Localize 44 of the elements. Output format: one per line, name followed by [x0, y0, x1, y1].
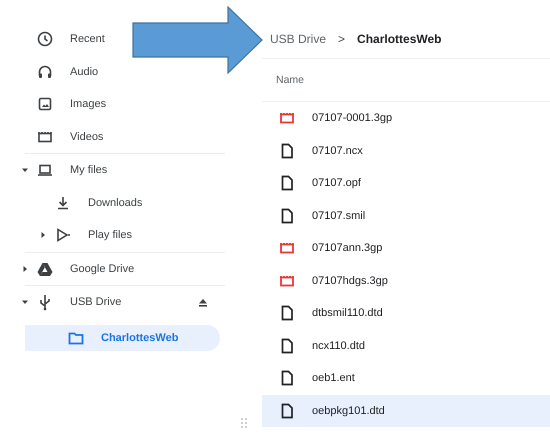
clock-icon: [36, 30, 54, 48]
sidebar-item[interactable]: My files: [0, 154, 108, 186]
file-row[interactable]: 07107.smil: [262, 200, 550, 232]
column-header[interactable]: Name: [276, 74, 304, 86]
file-name: 07107ann.3gp: [312, 242, 382, 254]
sidebar-item[interactable]: Images: [0, 88, 106, 120]
breadcrumb-link[interactable]: USB Drive: [270, 32, 326, 46]
sidebar-item[interactable]: Audio: [0, 56, 98, 88]
play-icon: [54, 226, 72, 244]
file-name: 07107.opf: [312, 177, 361, 190]
eject-icon[interactable]: [198, 298, 208, 307]
breadcrumb-separator: >: [338, 32, 346, 46]
file-row[interactable]: 07107ann.3gp: [262, 232, 550, 264]
sidebar-item[interactable]: Downloads: [0, 186, 142, 219]
file-row[interactable]: 07107-0001.3gp: [262, 102, 550, 134]
drag-handle-icon[interactable]: [240, 418, 246, 428]
file-name: 07107.ncx: [312, 144, 363, 157]
file-name: ncx110.dtd: [312, 340, 366, 352]
sidebar-item[interactable]: CharlottesWeb: [25, 324, 220, 350]
file-name: oeb1.ent: [312, 372, 355, 384]
image-icon: [36, 95, 54, 114]
sidebar-item[interactable]: Play files: [0, 219, 132, 252]
file-name: oebpkg101.dtd: [312, 404, 385, 417]
headphones-icon: [36, 62, 54, 81]
file-row[interactable]: ncx110.dtd: [262, 330, 550, 362]
file-name: dtbsmil110.dtd: [312, 307, 383, 320]
file-row[interactable]: 07107hdgs.3gp: [262, 264, 550, 297]
file-row[interactable]: oebpkg101.dtd: [262, 394, 550, 427]
file-row[interactable]: 07107.ncx: [262, 134, 550, 167]
collapse-caret-icon[interactable]: [39, 231, 47, 240]
sidebar-item[interactable]: Recent: [0, 23, 105, 56]
expand-caret-icon[interactable]: [21, 298, 29, 306]
file-name: 07107-0001.3gp: [312, 112, 392, 124]
file-name: 07107hdgs.3gp: [312, 274, 388, 287]
file-row[interactable]: dtbsmil110.dtd: [262, 297, 550, 330]
sidebar-item[interactable]: Google Drive: [0, 252, 134, 285]
sidebar-item[interactable]: Videos: [0, 120, 104, 153]
collapse-caret-icon[interactable]: [21, 264, 29, 273]
sidebar-item[interactable]: USB Drive: [0, 286, 220, 318]
file-name: 07107.smil: [312, 210, 366, 222]
expand-caret-icon[interactable]: [21, 166, 29, 174]
file-row[interactable]: 07107.opf: [262, 167, 550, 200]
breadcrumb-link[interactable]: CharlottesWeb: [357, 32, 442, 46]
file-row[interactable]: oeb1.ent: [262, 362, 550, 394]
